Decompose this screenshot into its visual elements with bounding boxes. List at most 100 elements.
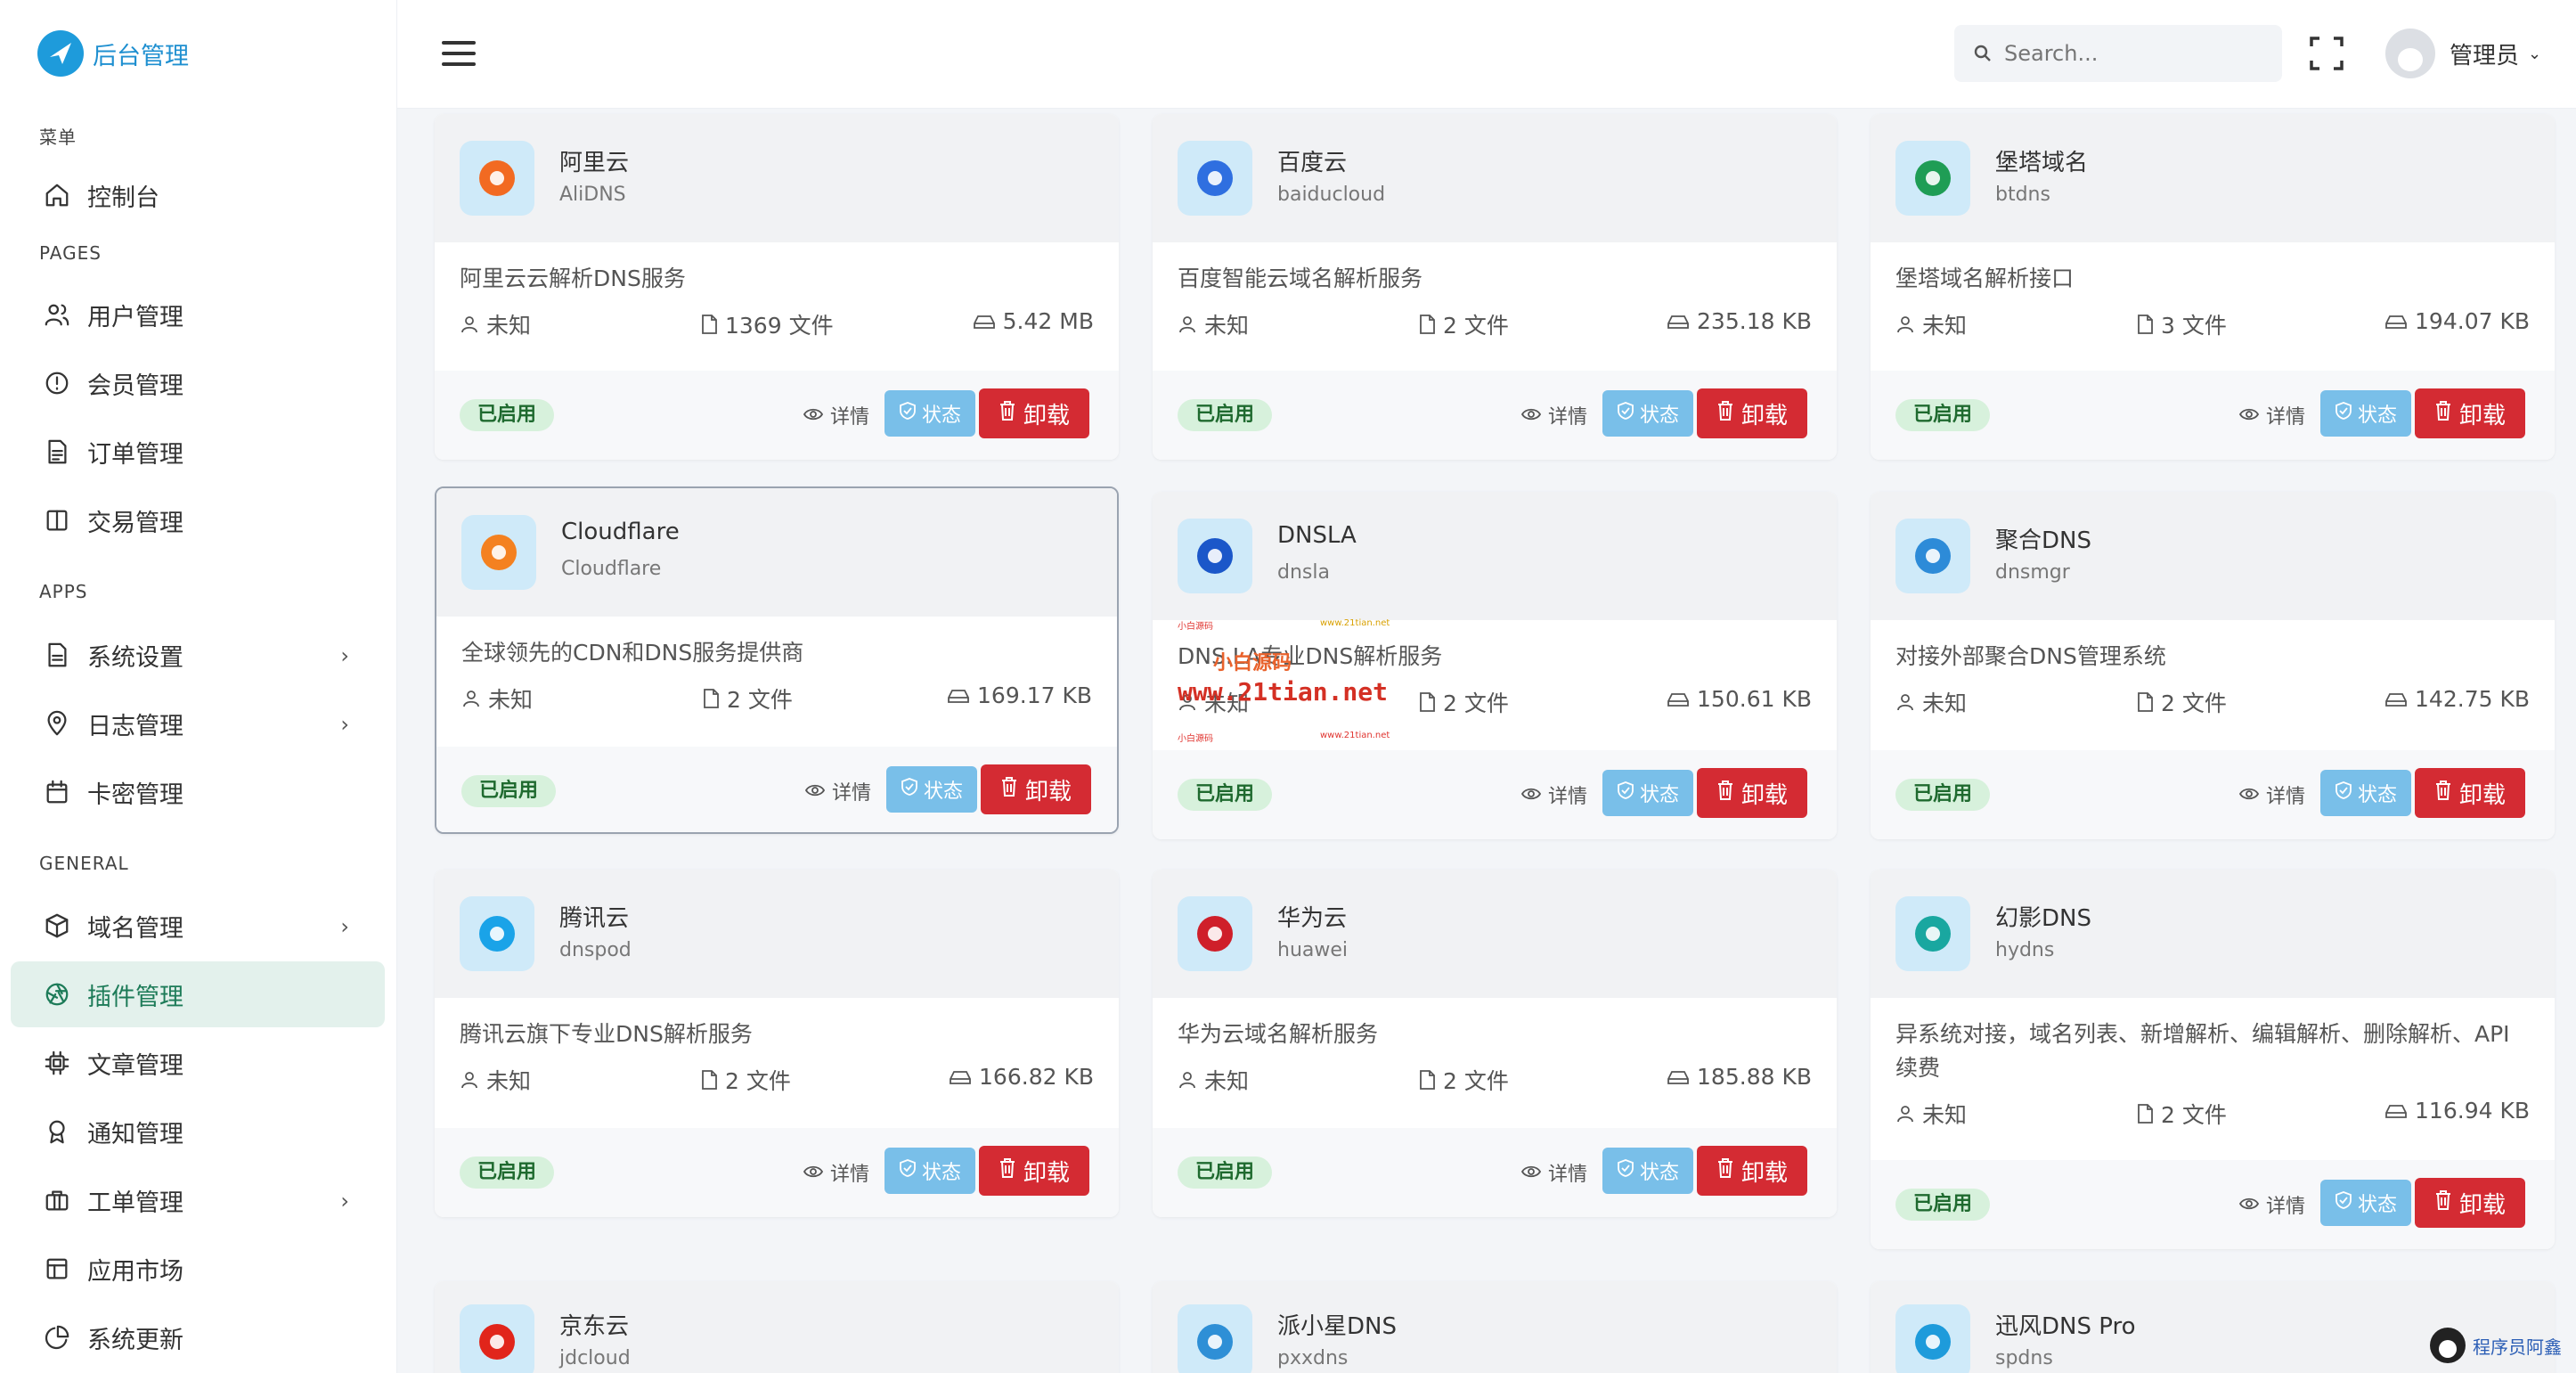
- uninstall-button[interactable]: 卸载: [1697, 388, 1807, 438]
- columns-icon: [43, 506, 71, 535]
- detail-button[interactable]: 详情: [803, 1156, 869, 1189]
- brand[interactable]: 后台管理: [37, 30, 189, 77]
- sidebar-item-2[interactable]: 会员管理: [11, 350, 385, 416]
- users-icon: [43, 300, 71, 329]
- trash-icon: [999, 1157, 1023, 1185]
- sidebar-item-9[interactable]: 插件管理: [11, 961, 385, 1027]
- detail-button[interactable]: 详情: [1520, 779, 1587, 811]
- uninstall-button[interactable]: 卸载: [979, 1146, 1089, 1196]
- plugin-logo-icon: [460, 141, 534, 216]
- status-button[interactable]: 状态: [2320, 770, 2411, 816]
- plugin-card[interactable]: 京东云 jdcloud: [435, 1281, 1119, 1373]
- shield-icon: [899, 401, 922, 426]
- status-badge: 已启用: [1178, 399, 1273, 431]
- plugin-description: 对接外部聚合DNS管理系统: [1895, 643, 2166, 669]
- search-input[interactable]: [2004, 41, 2262, 66]
- sidebar-item-3[interactable]: 订单管理: [11, 419, 385, 485]
- plugin-author: 未知: [1922, 691, 1968, 716]
- user-name: 管理员: [2450, 42, 2520, 69]
- plugin-id: dnsmgr: [1995, 561, 2070, 584]
- sidebar-item-7[interactable]: 卡密管理: [11, 759, 385, 825]
- detail-button[interactable]: 详情: [1520, 1156, 1587, 1189]
- plugin-card[interactable]: 华为云 huawei 华为云域名解析服务 未知 2 文件 185.88 KB 已启用 详情 状态…: [1153, 870, 1837, 1217]
- plugin-card[interactable]: 聚合DNS dnsmgr 对接外部聚合DNS管理系统 未知 2 文件 142.75 KB 已…: [1871, 492, 2555, 839]
- uninstall-label: 卸载: [1740, 402, 1788, 429]
- card-footer: 已启用 详情 状态 卸载: [435, 371, 1119, 460]
- sidebar-item-6[interactable]: 日志管理 ›: [11, 691, 385, 756]
- plugin-card[interactable]: 幻影DNS hydns 异系统对接，域名列表、新增解析、编辑解析、删除解析、API续…: [1871, 870, 2555, 1249]
- fullscreen-icon[interactable]: [2309, 36, 2344, 71]
- uninstall-button[interactable]: 卸载: [2415, 1178, 2525, 1228]
- trash-icon: [1716, 400, 1741, 428]
- hard-drive-icon: [1667, 313, 1690, 331]
- plugin-name: 幻影DNS: [1995, 905, 2091, 932]
- card-footer: 已启用 详情 状态 卸载: [435, 1128, 1119, 1217]
- sidebar-item-1[interactable]: 用户管理: [11, 282, 385, 347]
- search-box[interactable]: [1954, 25, 2282, 82]
- eye-icon: [803, 1162, 830, 1184]
- plugin-card[interactable]: 百度云 baiducloud 百度智能云域名解析服务 未知 2 文件 235.18 KB 已…: [1153, 114, 1837, 460]
- plugin-card[interactable]: 阿里云 AliDNS 阿里云云解析DNS服务 未知 1369 文件 5.42 MB 已启用 详…: [435, 114, 1119, 460]
- uninstall-button[interactable]: 卸载: [1697, 768, 1807, 818]
- status-label: 状态: [1639, 405, 1679, 427]
- detail-button[interactable]: 详情: [2238, 1189, 2305, 1221]
- status-button[interactable]: 状态: [2320, 390, 2411, 437]
- section-label-menu: 菜单: [39, 127, 77, 148]
- sidebar-item-4[interactable]: 交易管理: [11, 487, 385, 553]
- sidebar-item-11[interactable]: 通知管理: [11, 1099, 385, 1165]
- plugin-card[interactable]: Cloudflare Cloudflare 全球领先的CDN和DNS服务提供商 未知 2…: [435, 486, 1119, 834]
- status-button[interactable]: 状态: [884, 1148, 975, 1194]
- plugin-files: 2 文件: [1443, 691, 1509, 716]
- uninstall-button[interactable]: 卸载: [2415, 768, 2525, 818]
- sidebar-item-0[interactable]: 控制台: [11, 162, 385, 228]
- card-footer: 已启用 详情 状态 卸载: [1871, 1160, 2555, 1249]
- plugin-card[interactable]: 腾讯云 dnspod 腾讯云旗下专业DNS解析服务 未知 2 文件 166.82 KB 已启…: [435, 870, 1119, 1217]
- plugin-name: DNSLA: [1277, 522, 1357, 549]
- plugin-card[interactable]: 派小星DNS pxxdns: [1153, 1281, 1837, 1373]
- sidebar-item-13[interactable]: 应用市场: [11, 1236, 385, 1302]
- file-icon: [700, 314, 718, 335]
- cpu-icon: [43, 1049, 71, 1077]
- uninstall-button[interactable]: 卸载: [2415, 388, 2525, 438]
- status-button[interactable]: 状态: [1602, 770, 1693, 816]
- watermark-big: www.21tian.net: [1178, 677, 1389, 707]
- status-button[interactable]: 状态: [884, 390, 975, 437]
- plugin-author: 未知: [486, 313, 532, 339]
- status-button[interactable]: 状态: [1602, 1148, 1693, 1194]
- uninstall-label: 卸载: [2458, 1191, 2506, 1219]
- eye-icon: [803, 405, 830, 427]
- detail-button[interactable]: 详情: [2238, 779, 2305, 811]
- plugin-files: 2 文件: [1443, 1068, 1509, 1094]
- detail-button[interactable]: 详情: [1520, 399, 1587, 431]
- uninstall-button[interactable]: 卸载: [979, 388, 1089, 438]
- menu-toggle-icon[interactable]: [442, 41, 476, 68]
- plugin-size: 169.17 KB: [977, 682, 1092, 708]
- sidebar-item-10[interactable]: 文章管理: [11, 1030, 385, 1096]
- user-icon: [1895, 315, 1915, 334]
- sidebar-item-label: 订单管理: [87, 440, 183, 469]
- uninstall-button[interactable]: 卸载: [981, 764, 1091, 814]
- uninstall-button[interactable]: 卸载: [1697, 1146, 1807, 1196]
- chevron-right-icon: ›: [340, 712, 349, 737]
- user-menu[interactable]: 管理员 ⌄: [2385, 29, 2541, 78]
- detail-button[interactable]: 详情: [804, 775, 871, 807]
- sidebar-item-8[interactable]: 域名管理 ›: [11, 893, 385, 959]
- hard-drive-icon: [973, 313, 996, 331]
- sidebar-item-12[interactable]: 工单管理 ›: [11, 1167, 385, 1233]
- detail-button[interactable]: 详情: [2238, 399, 2305, 431]
- uninstall-label: 卸载: [1023, 402, 1070, 429]
- sidebar-item-14[interactable]: 系统更新: [11, 1304, 385, 1370]
- plugin-logo-icon: [1178, 141, 1252, 216]
- plugin-description: 堡塔域名解析接口: [1895, 266, 2075, 291]
- status-button[interactable]: 状态: [886, 766, 977, 813]
- sidebar-item-label: 系统更新: [87, 1326, 183, 1354]
- status-button[interactable]: 状态: [1602, 390, 1693, 437]
- detail-button[interactable]: 详情: [803, 399, 869, 431]
- plugin-name: 京东云: [559, 1313, 630, 1340]
- plugin-size: 194.07 KB: [2415, 308, 2530, 334]
- shield-icon: [901, 777, 924, 802]
- plugin-card[interactable]: 堡塔域名 btdns 堡塔域名解析接口 未知 3 文件 194.07 KB 已启用 详情 状态 卸…: [1871, 114, 2555, 460]
- card-header: [1871, 870, 2555, 998]
- status-button[interactable]: 状态: [2320, 1180, 2411, 1226]
- sidebar-item-5[interactable]: 系统设置 ›: [11, 622, 385, 688]
